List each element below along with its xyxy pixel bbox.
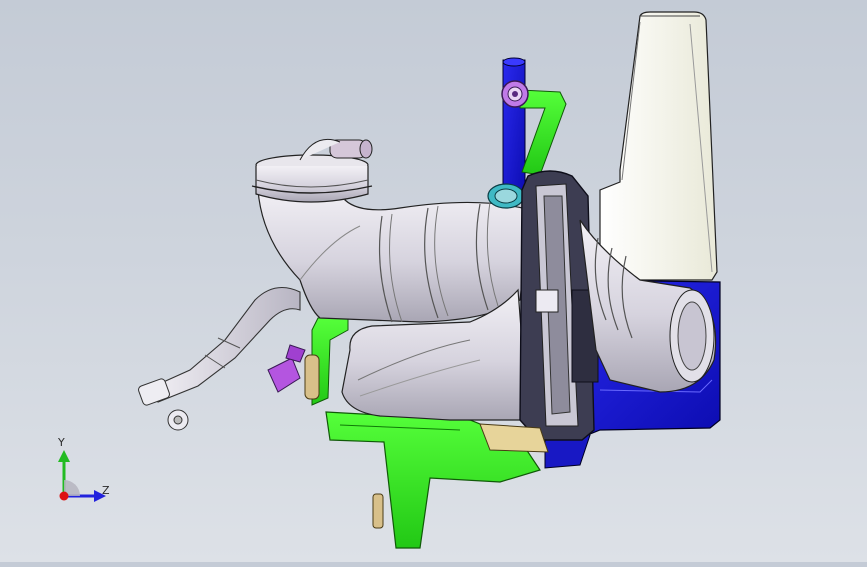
- axis-label-z: Z: [102, 484, 110, 497]
- coolant-tank: [599, 11, 718, 281]
- blue-vertical-pipe: [502, 57, 526, 201]
- intake-elbow-top: [251, 138, 373, 203]
- model-viewport[interactable]: Y Z: [0, 0, 867, 562]
- dark-throttle-body: [519, 170, 599, 441]
- small-left-hose: [138, 286, 301, 431]
- coordinate-triad: Y Z: [48, 436, 118, 510]
- green-upper-pipe: [519, 89, 567, 176]
- purple-side-fitting: [267, 344, 306, 393]
- purple-top-fitting: [501, 80, 529, 108]
- axis-label-y: Y: [58, 436, 65, 449]
- triad-axes: [58, 450, 106, 502]
- tan-bottom-plate: [479, 423, 549, 453]
- engine-assembly-model[interactable]: [0, 0, 867, 562]
- teal-hose-connector: [487, 183, 525, 209]
